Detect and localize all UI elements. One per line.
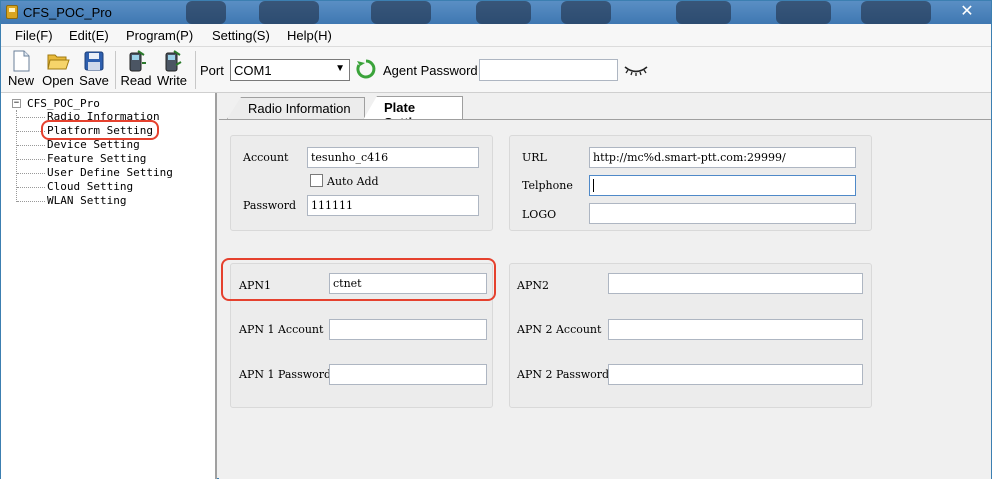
new-label: New [7,73,34,88]
toggle-password-visibility-button[interactable] [623,62,649,78]
close-icon: ✕ [960,3,974,20]
read-label: Read [120,73,152,88]
apn2-group: APN2 APN 2 Account APN 2 Password [509,263,872,408]
highlight-annotation [41,120,159,140]
title-bar: CFS_POC_Pro ✕ [1,1,991,24]
highlight-annotation [221,258,496,301]
menu-program[interactable]: Program(P) [126,28,193,43]
background-blur [561,1,611,24]
toolbar-separator [115,51,116,89]
auto-add-label: Auto Add [327,175,379,188]
floppy-save-icon [82,49,106,73]
logo-input[interactable] [589,203,856,224]
background-blur [776,1,831,24]
toolbar: New Open Save Read Write Port COM1 ▼ Age… [1,47,991,93]
account-input[interactable]: tesunho_c416 [307,147,479,168]
apn2-password-input[interactable] [608,364,863,385]
navigation-tree: − CFS_POC_Pro Radio Information Platform… [1,93,217,479]
apn1-account-label: APN 1 Account [239,323,324,336]
radio-write-icon [160,49,184,73]
settings-panel: Radio Information Plate Setting Account … [219,93,991,479]
toolbar-separator [195,51,196,89]
tree-item-user-define-setting[interactable]: User Define Setting [17,166,173,180]
telphone-input[interactable] [589,175,856,196]
open-label: Open [42,73,74,88]
tab-divider [219,119,991,120]
open-button[interactable]: Open [41,49,75,88]
apn2-account-input[interactable] [608,319,863,340]
menu-file[interactable]: File(F) [15,28,53,43]
menu-edit[interactable]: Edit(E) [69,28,109,43]
write-label: Write [156,73,188,88]
password-input[interactable]: 111111 [307,195,479,216]
tree-item-wlan-setting[interactable]: WLAN Setting [16,194,126,208]
tree-item-cloud-setting[interactable]: Cloud Setting [16,180,133,194]
auto-add-checkbox[interactable] [310,174,323,187]
close-button[interactable]: ✕ [947,2,987,22]
text-caret [593,179,594,192]
background-blur [476,1,531,24]
server-group: URL http://mc%d.smart-ptt.com:29999/ Tel… [509,135,872,231]
refresh-icon [356,59,376,79]
read-button[interactable]: Read [120,49,152,88]
agent-password-label: Agent Password [383,63,478,78]
password-label: Password [243,199,297,212]
port-select[interactable]: COM1 ▼ [230,59,350,81]
apn2-account-label: APN 2 Account [517,323,602,336]
background-blur [676,1,731,24]
background-blur [861,1,931,24]
chevron-down-icon: ▼ [335,63,345,74]
apn2-label: APN2 [517,279,549,292]
eye-closed-icon [624,66,648,76]
port-value: COM1 [234,63,272,78]
apn2-password-label: APN 2 Password [517,368,610,381]
agent-password-input[interactable] [479,59,618,81]
refresh-button[interactable] [355,58,377,80]
apn2-input[interactable] [608,273,863,294]
new-file-icon [9,49,33,73]
account-label: Account [243,151,289,164]
save-label: Save [79,73,109,88]
menu-setting[interactable]: Setting(S) [212,28,270,43]
radio-read-icon [124,49,148,73]
url-label: URL [522,151,547,164]
collapse-icon[interactable]: − [12,99,21,108]
menu-help[interactable]: Help(H) [287,28,332,43]
background-blur [371,1,431,24]
tree-item-device-setting[interactable]: Device Setting [17,138,140,152]
apn1-password-input[interactable] [329,364,487,385]
background-blur [186,1,226,24]
apn1-password-label: APN 1 Password [239,368,332,381]
new-button[interactable]: New [7,49,35,88]
telphone-label: Telphone [522,179,573,192]
url-input[interactable]: http://mc%d.smart-ptt.com:29999/ [589,147,856,168]
app-window: CFS_POC_Pro ✕ File(F) Edit(E) Program(P)… [0,0,992,479]
tab-plate-setting[interactable]: Plate Setting [363,96,463,120]
account-group: Account tesunho_c416 Auto Add Password 1… [230,135,493,231]
window-title: CFS_POC_Pro [23,5,112,20]
background-blur [259,1,319,24]
folder-open-icon [46,49,70,73]
app-icon [6,5,18,19]
tree-connector [16,110,17,202]
tree-root-label: CFS_POC_Pro [27,97,100,110]
apn1-account-input[interactable] [329,319,487,340]
port-label: Port [200,63,224,78]
write-button[interactable]: Write [155,49,189,88]
tree-item-feature-setting[interactable]: Feature Setting [16,152,146,166]
tab-radio-information[interactable]: Radio Information [227,97,365,119]
save-button[interactable]: Save [79,49,109,88]
logo-label: LOGO [522,208,557,221]
menu-bar: File(F) Edit(E) Program(P) Setting(S) He… [1,24,991,47]
